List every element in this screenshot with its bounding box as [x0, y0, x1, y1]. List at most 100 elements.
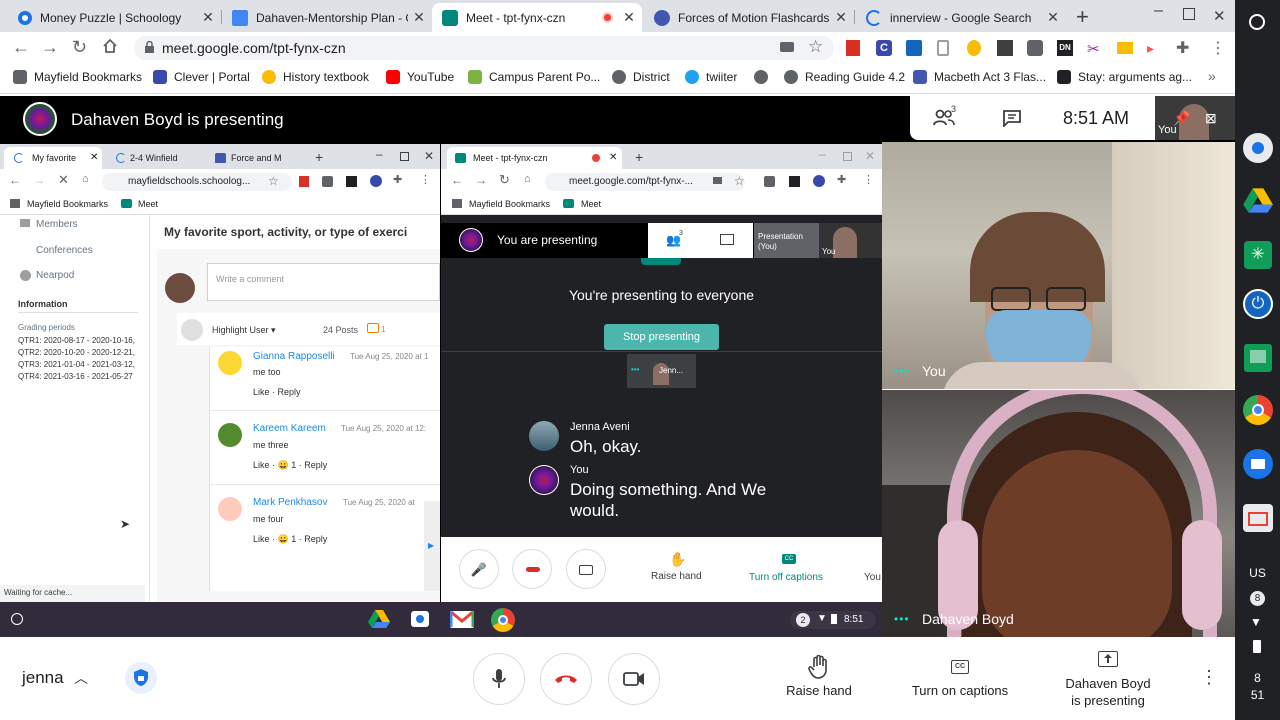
presentation-tile[interactable]: Presentation (You) — [754, 223, 819, 258]
extension-icon[interactable]: ▸ — [1147, 40, 1154, 57]
stop-presenting-button[interactable]: Stop presenting — [604, 324, 719, 350]
bookmark-twitter[interactable]: twiiter — [685, 70, 737, 84]
extension-icon[interactable] — [299, 176, 309, 187]
comment-author[interactable]: Mark Penkhasov — [253, 497, 327, 508]
stop-loading-button[interactable]: ✕ — [58, 172, 69, 188]
raise-hand-label[interactable]: Raise hand — [651, 571, 702, 582]
bookmark-macbeth[interactable]: Macbeth Act 3 Flas... — [913, 70, 1046, 84]
tab-money-puzzle[interactable]: Money Puzzle | Schoology ✕ — [8, 3, 221, 32]
tab-meet[interactable]: Meet - tpt-fynx-czn ✕ — [432, 3, 642, 32]
presenting-label[interactable]: is presenting — [1050, 692, 1166, 709]
extension-icon[interactable] — [1027, 40, 1043, 56]
hang-up-button[interactable] — [512, 549, 552, 589]
extension-icon[interactable] — [764, 176, 775, 187]
sidebar-item-members[interactable]: Members — [20, 219, 78, 230]
extension-icon[interactable] — [906, 40, 922, 56]
home-icon[interactable]: ⌂ — [82, 173, 89, 185]
extension-icon[interactable] — [846, 40, 860, 56]
present-icon[interactable] — [1098, 651, 1118, 667]
bookmark-reading-guide[interactable]: Reading Guide 4.2 — [784, 70, 905, 84]
clock-hour[interactable]: 8 — [1235, 671, 1280, 685]
menu-kebab-icon[interactable]: ⋮ — [863, 173, 874, 186]
minimize-button[interactable]: – — [376, 147, 383, 161]
minimize-button[interactable]: – — [1154, 2, 1163, 20]
camera-app-icon[interactable] — [411, 611, 429, 627]
locale-label[interactable]: US — [1235, 566, 1280, 580]
bookmark-label[interactable]: Mayfield Bookmarks — [469, 199, 550, 209]
drive-icon[interactable] — [368, 609, 390, 629]
more-bookmarks-icon[interactable]: » — [1208, 68, 1216, 84]
close-icon[interactable]: ✕ — [609, 152, 617, 163]
chrome-icon[interactable] — [491, 608, 515, 632]
drive-icon[interactable] — [1243, 187, 1273, 214]
hand-icon[interactable]: ✋ — [669, 551, 686, 568]
comment-input[interactable]: Write a comment — [207, 263, 440, 301]
close-icon[interactable]: ✕ — [834, 10, 848, 24]
forward-button[interactable]: → — [475, 173, 487, 187]
extension-icon[interactable] — [997, 40, 1013, 56]
star-icon[interactable]: ☆ — [808, 37, 823, 57]
menu-kebab-icon[interactable]: ⋮ — [1210, 38, 1226, 58]
close-icon[interactable]: ✕ — [1046, 10, 1060, 24]
new-tab-button[interactable]: + — [315, 149, 323, 165]
pin-icon[interactable]: 📌 — [1173, 110, 1190, 127]
launcher-icon[interactable] — [11, 613, 23, 625]
forward-button[interactable]: → — [33, 173, 45, 187]
bookmark-label[interactable]: Mayfield Bookmarks — [27, 199, 108, 209]
sidebar-item-nearpod[interactable]: Nearpod — [20, 270, 74, 281]
more-options-icon[interactable]: ••• — [894, 364, 910, 378]
turn-on-captions-label[interactable]: Turn on captions — [900, 683, 1020, 698]
bookmark-label[interactable]: Meet — [138, 199, 158, 209]
host-controls-button[interactable] — [125, 662, 157, 694]
launcher-icon[interactable] — [1249, 14, 1265, 30]
clock-minute[interactable]: 51 — [1235, 688, 1280, 702]
extension-icon[interactable] — [813, 175, 825, 187]
battery-icon[interactable] — [1253, 640, 1261, 653]
inner-status-area[interactable]: 2 ▼ 8:51 — [790, 611, 876, 629]
new-tab-button[interactable]: + — [1076, 4, 1089, 30]
files-icon[interactable] — [1243, 449, 1273, 479]
inner-tab[interactable]: 2-4 Winfield — [110, 153, 205, 163]
close-window-button[interactable]: ✕ — [424, 149, 434, 163]
bookmark-campus[interactable]: Campus Parent Po... — [468, 70, 600, 84]
chevron-right-icon[interactable]: ▶ — [428, 541, 434, 550]
participant-thumbnail[interactable]: ••• Jenn... — [627, 354, 696, 388]
chat-icon[interactable] — [720, 234, 734, 245]
back-button[interactable]: ← — [451, 173, 463, 187]
close-window-button[interactable]: ✕ — [865, 149, 875, 163]
close-window-button[interactable]: ✕ — [1213, 7, 1226, 25]
close-icon[interactable]: ✕ — [201, 10, 215, 24]
unpin-icon[interactable]: ⊠ — [1205, 110, 1217, 127]
extension-icon[interactable] — [370, 175, 382, 187]
inner-address-bar[interactable]: mayfieldschools.schoolog... — [102, 173, 292, 191]
more-options-icon[interactable]: ••• — [894, 612, 910, 626]
tab-flashcards[interactable]: Forces of Motion Flashcards | ✕ — [644, 3, 854, 32]
close-icon[interactable]: ✕ — [412, 10, 426, 24]
comment-actions[interactable]: Like · 😀 1 · Reply — [253, 534, 327, 545]
star-icon[interactable]: ☆ — [268, 174, 279, 188]
reload-button[interactable]: ↻ — [72, 37, 87, 58]
extension-icon[interactable] — [789, 176, 800, 187]
bookmark-clever[interactable]: Clever | Portal — [153, 70, 250, 84]
extension-icon[interactable] — [937, 40, 949, 56]
new-tab-button[interactable]: + — [635, 149, 643, 165]
extension-icon[interactable] — [1117, 42, 1133, 54]
wifi-icon[interactable]: ▼ — [1250, 615, 1262, 629]
extensions-puzzle-icon[interactable]: ✚ — [837, 173, 846, 186]
home-icon[interactable] — [101, 37, 119, 55]
restore-button[interactable] — [843, 152, 852, 161]
menu-kebab-icon[interactable]: ⋮ — [420, 173, 431, 186]
classroom-icon[interactable] — [1244, 344, 1272, 372]
close-icon[interactable]: ✕ — [622, 10, 636, 24]
bookmark-youtube[interactable]: YouTube — [386, 70, 454, 84]
camera-button[interactable] — [608, 653, 660, 705]
extension-icon[interactable] — [322, 176, 333, 187]
comment-author[interactable]: Gianna Rapposelli — [253, 351, 335, 362]
notification-badge[interactable]: 8 — [1250, 591, 1265, 606]
captions-icon[interactable]: CC — [782, 554, 796, 564]
home-icon[interactable]: ⌂ — [524, 173, 531, 185]
bookmark-globe[interactable] — [754, 70, 775, 84]
captions-icon[interactable]: CC — [951, 660, 969, 674]
back-button[interactable]: ← — [12, 37, 30, 58]
chat-icon[interactable] — [1002, 109, 1022, 127]
